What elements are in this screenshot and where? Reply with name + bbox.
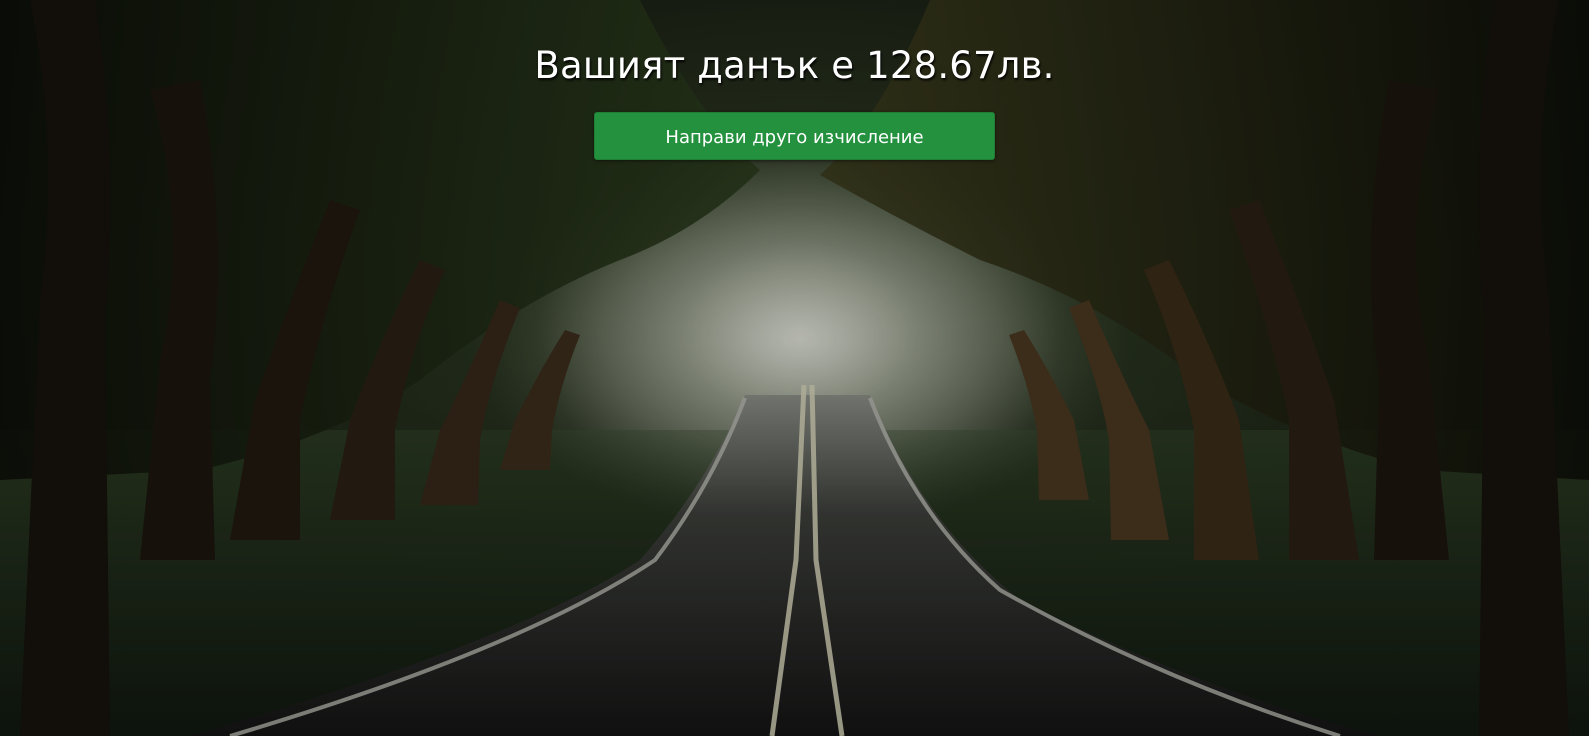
- result-panel: Вашият данък е 128.67лв. Направи друго и…: [0, 0, 1589, 160]
- page-background: Вашият данък е 128.67лв. Направи друго и…: [0, 0, 1589, 736]
- tax-result-heading: Вашият данък е 128.67лв.: [534, 44, 1055, 87]
- recalculate-button[interactable]: Направи друго изчисление: [594, 112, 995, 160]
